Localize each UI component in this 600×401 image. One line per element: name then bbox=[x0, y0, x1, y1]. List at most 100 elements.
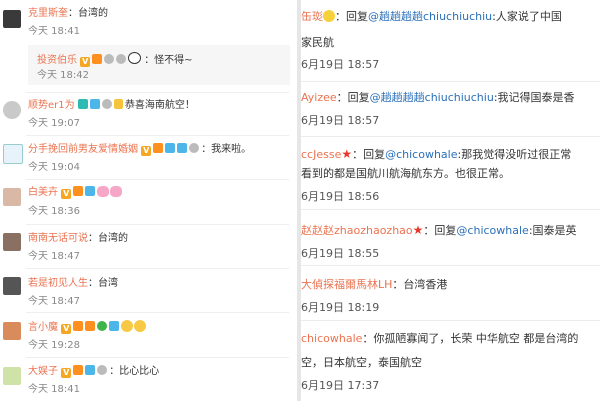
verified-v-icon: V bbox=[61, 324, 72, 334]
comment-text: ：比心比心 bbox=[109, 366, 160, 377]
star-icon: ★ bbox=[412, 223, 424, 237]
comment-item: ccJesse★：回复@chicowhale:那我觉得没听过很正常 看到的都是国… bbox=[301, 138, 600, 206]
username[interactable]: 南南无话可说 bbox=[28, 233, 88, 244]
avatar[interactable] bbox=[3, 144, 23, 164]
divider bbox=[26, 312, 289, 313]
pink-emoji-icon bbox=[97, 186, 110, 197]
username[interactable]: 言小魔 bbox=[28, 322, 58, 333]
timestamp: 6月19日 18:55 bbox=[301, 247, 380, 260]
timestamp: 6月19日 18:57 bbox=[301, 114, 380, 127]
timestamp: 6月19日 17:37 bbox=[301, 379, 380, 392]
medal-icon bbox=[104, 54, 115, 64]
left-comment-list: 克里斯奎：台湾的 今天 18:41 投资伯乐 V ：怪不得~ 今天 18:42 顺… bbox=[0, 0, 297, 401]
comment-item: 白美卉 V 今天 18:36 bbox=[0, 181, 297, 221]
camera-badge-icon bbox=[85, 365, 96, 375]
username[interactable]: 大娱子 bbox=[28, 366, 58, 377]
comment-text: ：台湾 bbox=[88, 278, 118, 289]
comment-text: 恭喜海南航空！ bbox=[124, 100, 195, 111]
divider bbox=[301, 265, 600, 266]
timestamp: 今天 18:47 bbox=[28, 251, 80, 262]
comment-item: 顺势er1为 恭喜海南航空！ 今天 19:07 bbox=[0, 94, 297, 134]
comment-prefix: ：回复 bbox=[335, 10, 368, 23]
avatar[interactable] bbox=[3, 188, 21, 206]
comment-text: ：台湾的 bbox=[88, 233, 128, 244]
timestamp: 6月19日 18:57 bbox=[301, 58, 380, 71]
avatar[interactable] bbox=[3, 10, 21, 28]
comment-prefix: ：回复 bbox=[352, 148, 386, 161]
username[interactable]: 分手挽回前男友爱情婚姻 bbox=[28, 144, 138, 155]
comment-text: ：你孤陋寡闻了，长荣 中华航空 都是台湾的 bbox=[362, 332, 579, 345]
comment-text: :人家说了中国 bbox=[492, 10, 562, 23]
comment-item: 大娱子 V ：比心比心 今天 18:41 bbox=[0, 359, 297, 401]
timestamp: 今天 18:42 bbox=[37, 70, 89, 81]
comment-text: :那我觉得没听过很正常 bbox=[457, 148, 572, 161]
verified-v-icon: V bbox=[80, 57, 91, 67]
divider bbox=[301, 81, 600, 82]
comment-item: 分手挽回前男友爱情婚姻 V ：我来啦。 今天 19:04 bbox=[0, 137, 297, 177]
comment-item: 若是初见人生：台湾 今天 18:47 bbox=[0, 270, 297, 310]
timestamp: 6月19日 18:56 bbox=[301, 190, 380, 203]
comment-prefix: ：回复 bbox=[336, 91, 370, 104]
panda-icon bbox=[128, 52, 142, 64]
comment-text: ：台湾的 bbox=[68, 8, 108, 19]
avatar[interactable] bbox=[3, 367, 21, 385]
username[interactable]: ccJesse bbox=[301, 148, 341, 161]
username[interactable]: 赵赵赵zhaozhaozhao bbox=[301, 224, 413, 237]
ring-badge-icon bbox=[116, 54, 127, 64]
right-comment-list: 缶珳 ：回复@趟趟趟趟chiuchiuchiu:人家说了中国 家民航 6月19日 … bbox=[301, 0, 600, 401]
divider bbox=[26, 135, 289, 136]
avatar[interactable] bbox=[3, 233, 21, 251]
username[interactable]: 克里斯奎 bbox=[28, 8, 68, 19]
username[interactable]: chicowhale bbox=[301, 332, 362, 345]
vip-badge-icon bbox=[153, 143, 164, 153]
username[interactable]: 白美卉 bbox=[28, 187, 58, 198]
timestamp: 今天 18:47 bbox=[28, 296, 80, 307]
smile-emoji-icon bbox=[134, 320, 147, 332]
camera-badge-icon bbox=[165, 143, 176, 153]
green-badge-icon bbox=[97, 321, 108, 331]
ring-badge-icon bbox=[189, 143, 200, 153]
camera-badge-icon bbox=[85, 186, 96, 196]
mention-link[interactable]: @chicowhale bbox=[385, 148, 457, 161]
screenshot-composite: 克里斯奎：台湾的 今天 18:41 投资伯乐 V ：怪不得~ 今天 18:42 顺… bbox=[0, 0, 600, 401]
vip-badge-icon bbox=[73, 186, 84, 196]
verified-v-icon: V bbox=[61, 189, 72, 199]
comment-text: ：台湾香港 bbox=[392, 278, 448, 291]
timestamp: 今天 18:36 bbox=[28, 206, 80, 217]
vip-badge-icon bbox=[92, 54, 103, 64]
divider bbox=[26, 268, 289, 269]
comment-text: ：怪不得~ bbox=[144, 55, 193, 66]
username[interactable]: 若是初见人生 bbox=[28, 278, 88, 289]
verified-v-icon: V bbox=[61, 368, 72, 378]
divider bbox=[26, 357, 289, 358]
ring-badge-icon bbox=[97, 365, 108, 375]
fan-badge-icon bbox=[77, 99, 88, 109]
reply-box: 投资伯乐 V ：怪不得~ 今天 18:42 bbox=[28, 45, 290, 85]
divider bbox=[301, 320, 600, 321]
smile-emoji-icon bbox=[121, 320, 134, 332]
timestamp: 今天 18:41 bbox=[28, 26, 80, 37]
pink-emoji-icon bbox=[110, 186, 123, 197]
mention-link[interactable]: @chicowhale bbox=[456, 224, 528, 237]
comment-item: Ayizee：回复@趟趟趟趟chiuchiuchiu:我记得国泰是香 6月19日… bbox=[301, 83, 600, 138]
badge-icon bbox=[177, 143, 188, 153]
timestamp: 今天 18:41 bbox=[28, 384, 80, 395]
username[interactable]: Ayizee bbox=[301, 91, 337, 104]
vip-badge-icon bbox=[73, 321, 84, 331]
avatar[interactable] bbox=[3, 277, 21, 295]
mention-link[interactable]: @趟趟趟趟chiuchiuchiu bbox=[370, 91, 494, 104]
username[interactable]: 投资伯乐 bbox=[37, 55, 77, 66]
divider bbox=[26, 92, 289, 93]
username[interactable]: 大偵探福爾馬林LH bbox=[301, 278, 392, 291]
avatar[interactable] bbox=[3, 101, 21, 119]
timestamp: 今天 19:04 bbox=[28, 162, 80, 173]
mention-link[interactable]: @趟趟趟趟chiuchiuchiu bbox=[368, 10, 492, 23]
comment-item: 克里斯奎：台湾的 今天 18:41 bbox=[0, 0, 297, 42]
avatar[interactable] bbox=[3, 322, 21, 340]
camera-badge-icon bbox=[109, 321, 120, 331]
comment-item: 言小魔 V 今天 19:28 bbox=[0, 314, 297, 356]
comment-text: :国泰是英 bbox=[528, 224, 577, 237]
comment-text-continued: 看到的都是国航川航海航东方。也很正常。 bbox=[301, 167, 510, 180]
username[interactable]: 顺势er1为 bbox=[28, 100, 75, 111]
username[interactable]: 缶珳 bbox=[301, 10, 323, 23]
